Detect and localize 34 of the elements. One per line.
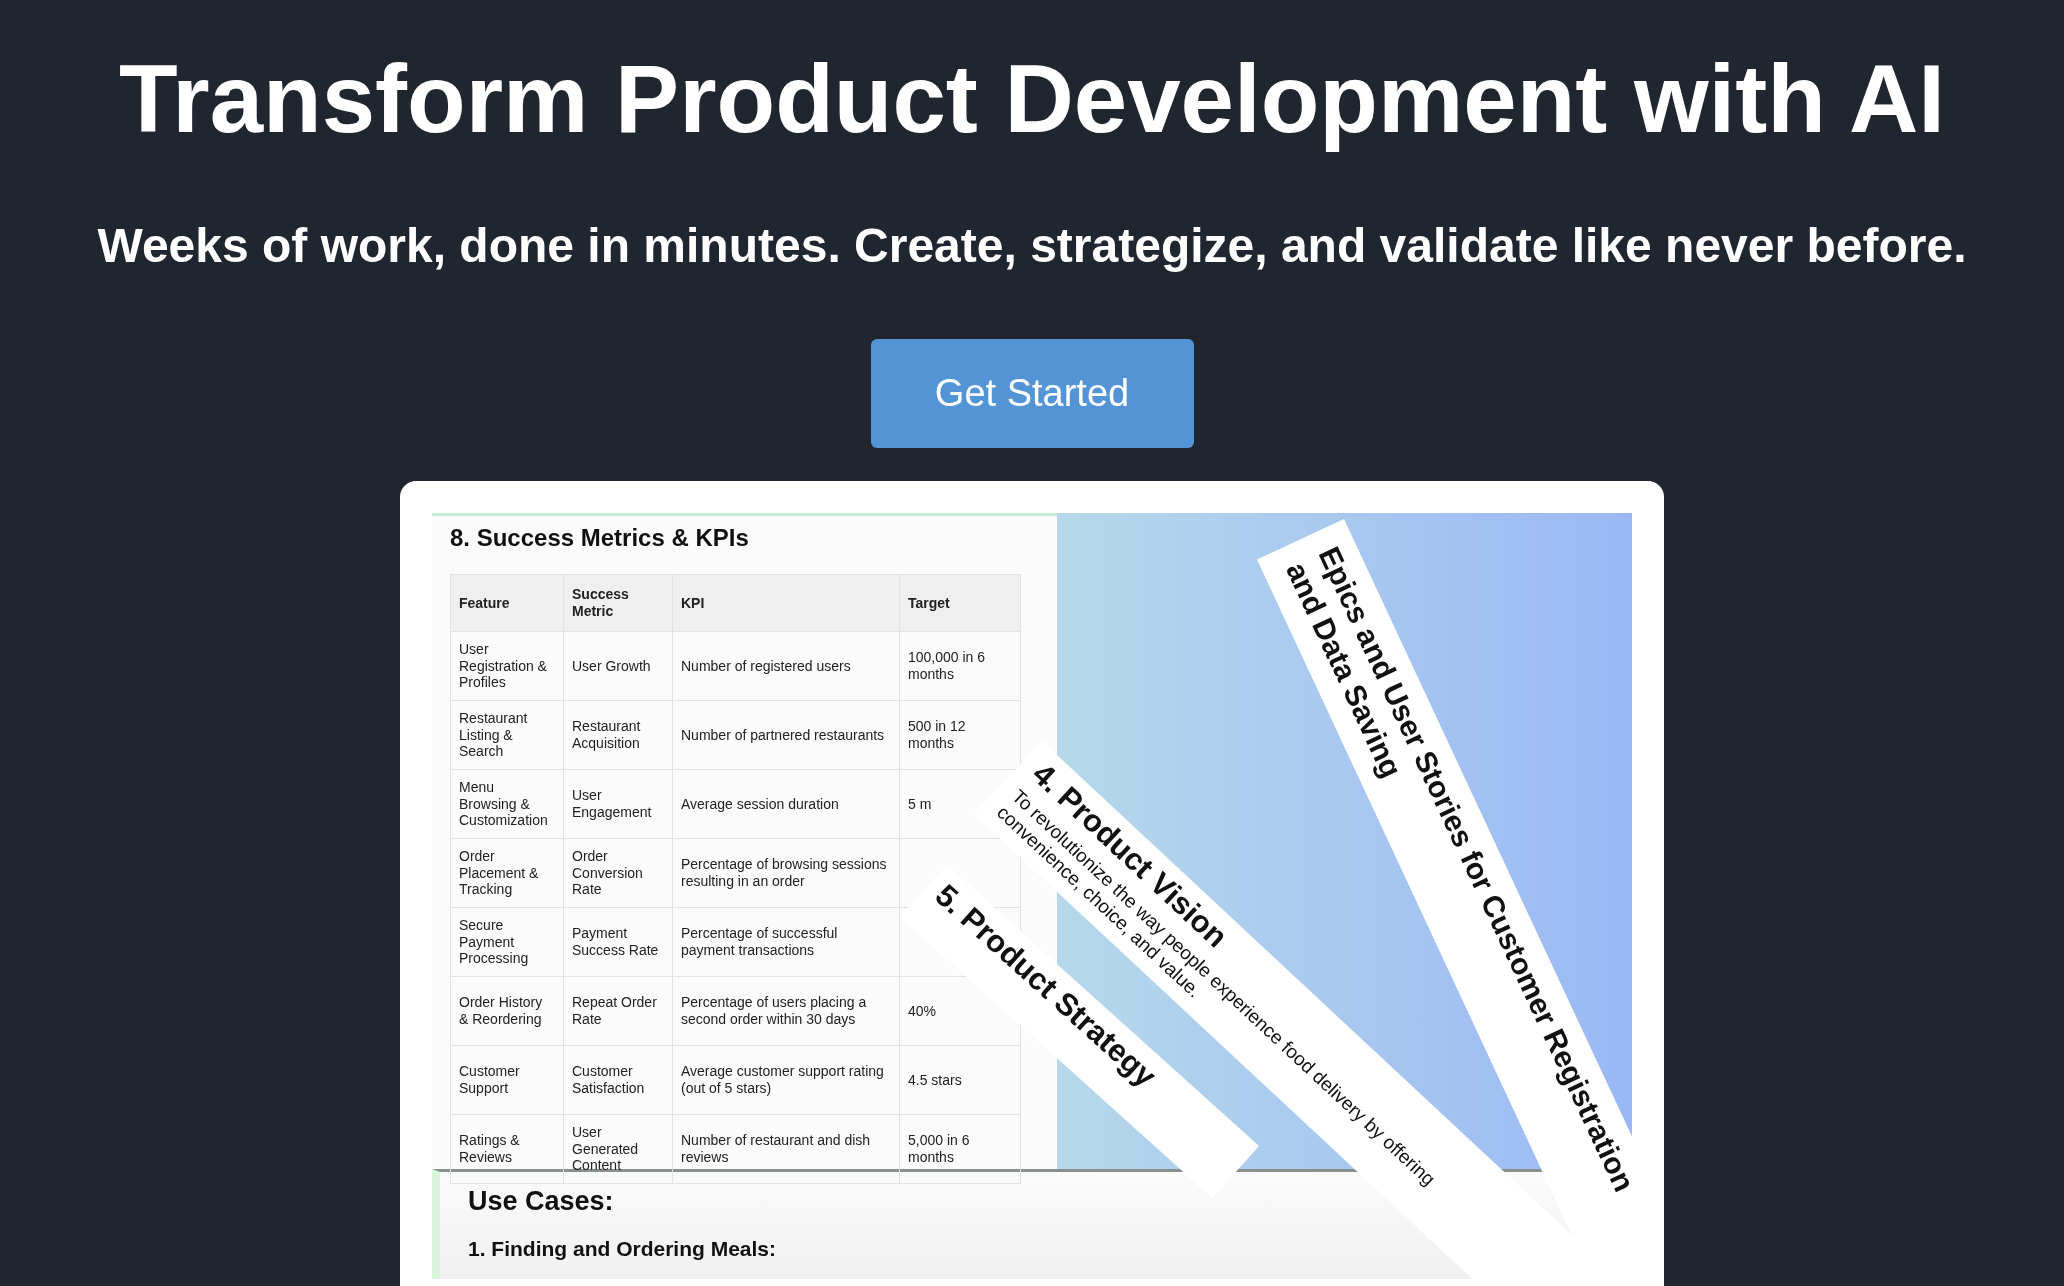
table-cell: Customer Support xyxy=(450,1045,564,1115)
section-heading: Use Cases: xyxy=(468,1186,615,1217)
table-cell: Secure Payment Processing xyxy=(450,907,564,977)
table-cell: User Registration & Profiles xyxy=(450,631,564,701)
table-cell: Order History & Reordering xyxy=(450,976,564,1046)
table-cell: User Growth xyxy=(563,631,673,701)
table-cell: Percentage of browsing sessions resulting in an order xyxy=(672,838,900,908)
column-header: Target xyxy=(899,574,1021,632)
table-cell: Percentage of users placing a second order within 30 days xyxy=(672,976,900,1046)
table-cell: Order Placement & Tracking xyxy=(450,838,564,908)
table-cell: Number of registered users xyxy=(672,631,900,701)
table-cell: Menu Browsing & Customization xyxy=(450,769,564,839)
document-heading: 8. Success Metrics & KPIs xyxy=(450,524,750,552)
table-cell: Repeat Order Rate xyxy=(563,976,673,1046)
table-cell: 4.5 stars xyxy=(899,1045,1021,1115)
table-cell: Restaurant Listing & Search xyxy=(450,700,564,770)
table-cell: Average customer support rating (out of 5 stars) xyxy=(672,1045,900,1115)
section-subheading: 1. Finding and Ordering Meals: xyxy=(468,1237,778,1261)
table-cell: 100,000 in 6 months xyxy=(899,631,1021,701)
column-header: KPI xyxy=(672,574,900,632)
table-cell: 500 in 12 months xyxy=(899,700,1021,770)
hero-title: Transform Product Development with AI xyxy=(119,44,1945,154)
table-cell: Customer Satisfaction xyxy=(563,1045,673,1115)
table-cell: Payment Success Rate xyxy=(563,907,673,977)
column-header: Feature xyxy=(450,574,564,632)
table-cell: Order Conversion Rate xyxy=(563,838,673,908)
table-cell: Percentage of successful payment transactions xyxy=(672,907,900,977)
column-header: Success Metric xyxy=(563,574,673,632)
table-cell: Average session duration xyxy=(672,769,900,839)
table-cell: Number of partnered restaurants xyxy=(672,700,900,770)
table-cell: Restaurant Acquisition xyxy=(563,700,673,770)
get-started-button[interactable]: Get Started xyxy=(870,339,1194,448)
table-cell: User Engagement xyxy=(563,769,673,839)
hero-subtitle: Weeks of work, done in minutes. Create, strategize, and validate like never before. xyxy=(97,218,1967,273)
